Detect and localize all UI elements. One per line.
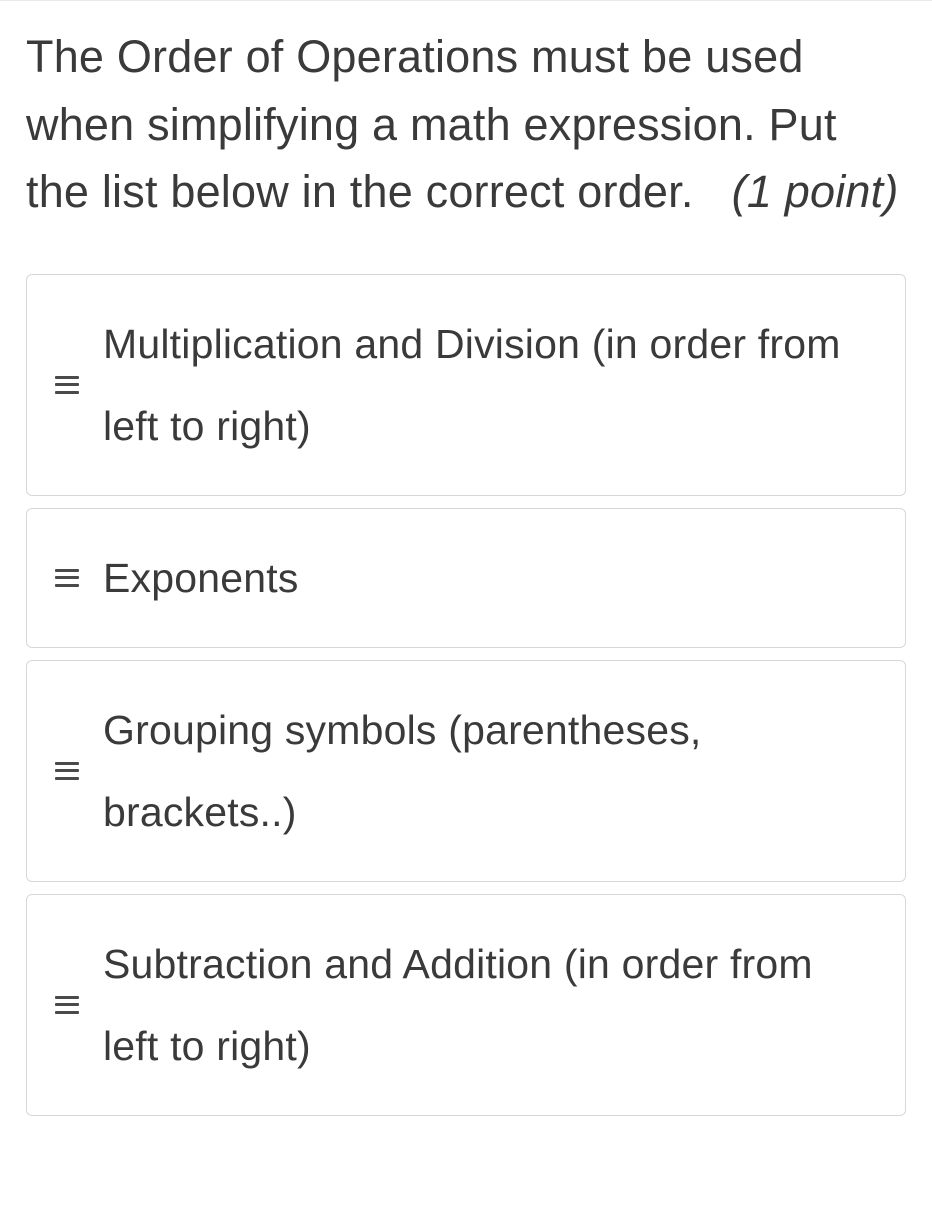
drag-handle-icon[interactable]: [55, 996, 79, 1014]
drag-handle-icon[interactable]: [55, 376, 79, 394]
list-item[interactable]: Multiplication and Division (in order fr…: [26, 274, 906, 496]
question-points: (1 point): [732, 166, 899, 217]
question-page: The Order of Operations must be used whe…: [0, 0, 932, 1116]
list-item[interactable]: Subtraction and Addition (in order from …: [26, 894, 906, 1116]
question-prompt: The Order of Operations must be used whe…: [26, 23, 906, 226]
list-item[interactable]: Exponents: [26, 508, 906, 648]
list-item-label: Grouping symbols (parentheses, brackets.…: [103, 689, 877, 853]
drag-handle-icon[interactable]: [55, 762, 79, 780]
drag-handle-icon[interactable]: [55, 569, 79, 587]
list-item-label: Multiplication and Division (in order fr…: [103, 303, 877, 467]
list-item-label: Subtraction and Addition (in order from …: [103, 923, 877, 1087]
list-item-label: Exponents: [103, 537, 299, 619]
list-item[interactable]: Grouping symbols (parentheses, brackets.…: [26, 660, 906, 882]
sortable-list: Multiplication and Division (in order fr…: [26, 274, 906, 1116]
